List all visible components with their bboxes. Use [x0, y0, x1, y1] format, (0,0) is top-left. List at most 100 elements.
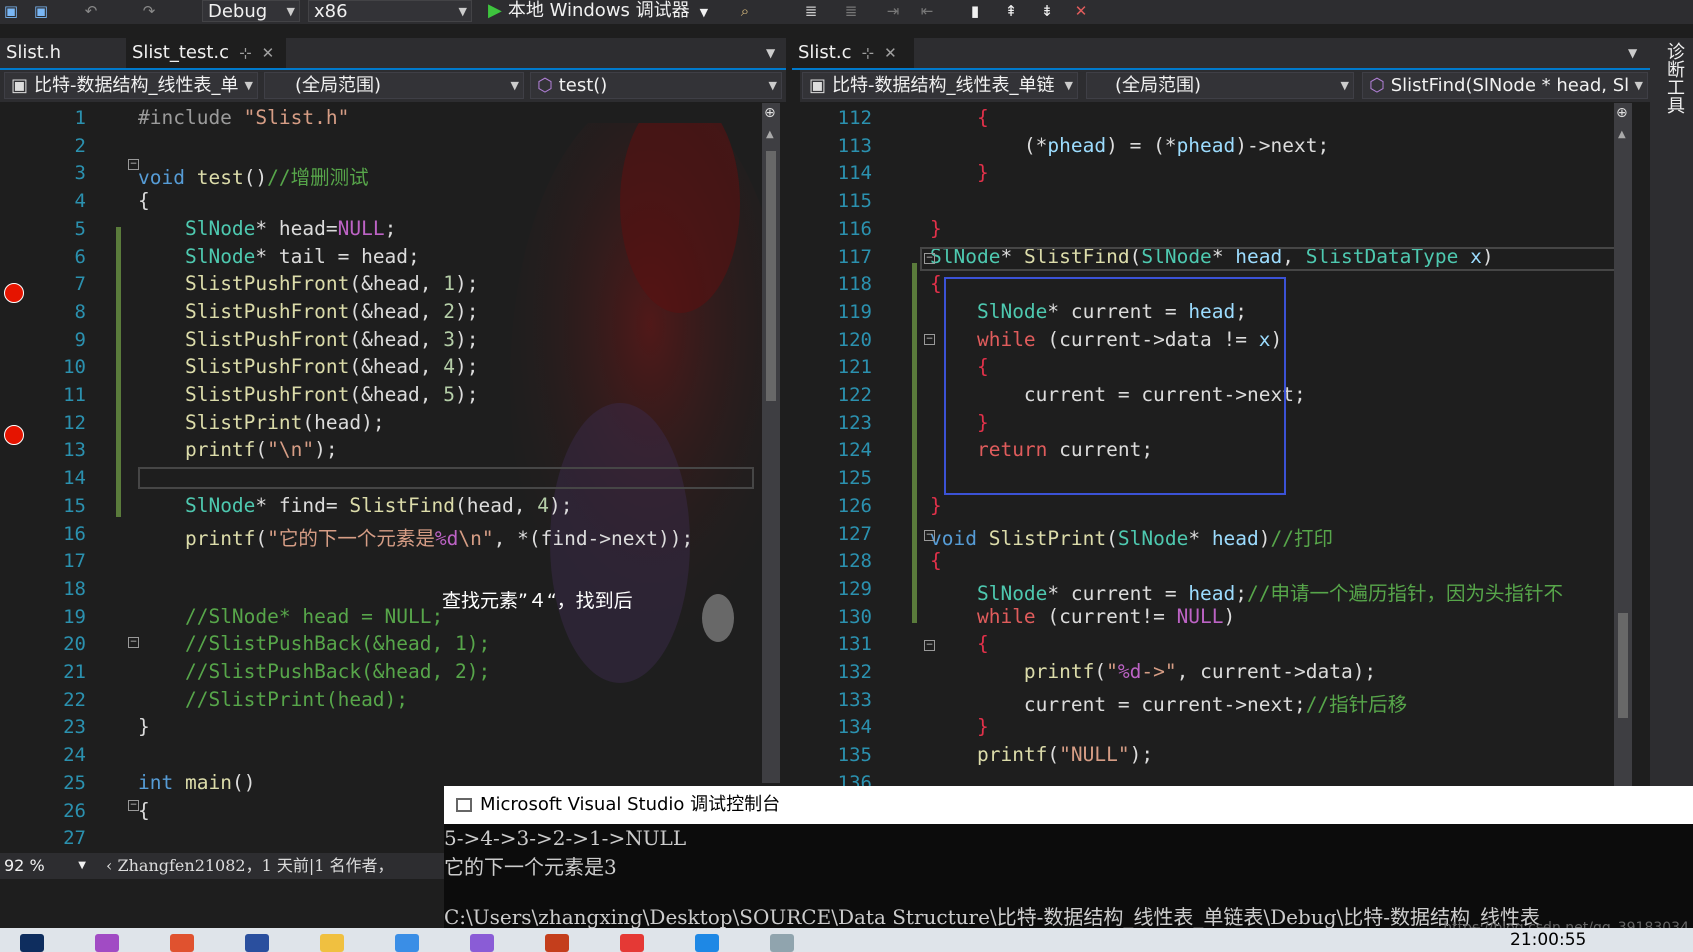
breakpoint-icon[interactable] — [4, 425, 24, 445]
xmind-icon[interactable] — [545, 934, 569, 952]
code-line[interactable]: //SlistPushBack(&head, 2); — [138, 660, 490, 683]
code-line[interactable]: { — [930, 549, 942, 572]
left-code-editor[interactable]: 1 #include "Slist.h" 2 3 void test()//增删测试 4{… — [0, 103, 786, 853]
outdent-icon[interactable]: ⇤ — [918, 2, 936, 20]
scrollbar-thumb[interactable] — [1618, 613, 1628, 718]
codelens-author[interactable]: ‹ Zhangfen21082，1 天前|1 名作者， — [106, 853, 394, 879]
fold-toggle[interactable]: − — [128, 800, 139, 811]
code-line[interactable]: } — [930, 494, 942, 517]
scrollbar-thumb[interactable] — [766, 151, 776, 401]
chrome-icon[interactable] — [620, 934, 644, 952]
code-line[interactable]: { — [930, 106, 989, 129]
zoom-select[interactable]: 92 % ▼ — [4, 853, 86, 879]
split-icon[interactable]: ⊕ — [764, 105, 776, 121]
scope-select[interactable]: (全局范围) ▼ — [1086, 72, 1354, 99]
code-line[interactable]: SlNode* head=NULL; — [138, 217, 396, 240]
breakpoint-icon[interactable] — [4, 283, 24, 303]
prev-bookmark-icon[interactable]: ⇞ — [1002, 2, 1020, 20]
fold-toggle[interactable]: − — [924, 640, 935, 651]
clear-bookmarks-icon[interactable]: ✕ — [1072, 2, 1090, 20]
code-line[interactable]: printf("%d->", current->data); — [930, 660, 1376, 683]
code-line[interactable]: SlistPrint(head); — [138, 411, 385, 434]
code-line[interactable]: //SlistPrint(head); — [138, 688, 408, 711]
code-line[interactable]: (*phead) = (*phead)->next; — [930, 134, 1329, 157]
close-icon[interactable]: ✕ — [884, 44, 897, 62]
redo-icon[interactable]: ↷ — [140, 2, 158, 20]
code-line[interactable]: } — [930, 715, 989, 738]
tab-slist-h[interactable]: Slist.h — [0, 38, 124, 68]
platform-select[interactable]: x86 ▼ — [308, 0, 472, 22]
app-icon[interactable] — [695, 934, 719, 952]
code-line[interactable]: { — [138, 799, 150, 822]
visual-studio-icon[interactable] — [470, 934, 494, 952]
start-debugging-button[interactable]: ▶ 本地 Windows 调试器 ▼ — [488, 0, 708, 22]
code-line[interactable]: //SlNode* head = NULL; — [138, 605, 443, 628]
code-line[interactable]: SlNode* current = head;//申请一个遍历指针，因为头指针不 — [930, 577, 1563, 606]
code-line[interactable]: printf("它的下一个元素是%d\n", *(find->next)); — [138, 522, 693, 551]
code-line[interactable]: void test()//增删测试 — [138, 161, 369, 190]
comment-icon[interactable]: ≣ — [802, 2, 820, 20]
code-line[interactable]: SlistPushFront(&head, 1); — [138, 272, 479, 295]
diagnostic-tools-tab[interactable]: 诊断工具 — [1658, 42, 1685, 114]
code-line[interactable]: } — [930, 217, 942, 240]
browser-icon[interactable] — [170, 934, 194, 952]
code-line[interactable]: while (current!= NULL) — [930, 605, 1235, 628]
vertical-scrollbar[interactable]: ⊕ ▲ — [1614, 103, 1632, 786]
scroll-up-icon[interactable]: ▲ — [766, 129, 774, 140]
vertical-scrollbar[interactable]: ⊕ ▲ — [762, 103, 780, 783]
save-all-icon[interactable]: ▣ — [32, 2, 50, 20]
code-line[interactable]: SlNode* find= SlistFind(head, 4); — [138, 494, 572, 517]
pin-icon[interactable]: ⊹ — [239, 44, 252, 62]
console-task-icon[interactable] — [770, 934, 794, 952]
code-line[interactable]: } — [138, 715, 150, 738]
save-icon[interactable]: ▣ — [2, 2, 20, 20]
project-select[interactable]: ▣ 比特-数据结构_线性表_单链 ▼ — [802, 72, 1078, 99]
code-line[interactable]: SlNode* tail = head; — [138, 245, 420, 268]
member-select[interactable]: ⬡ SlistFind(SlNode * head, Sl ▼ — [1362, 72, 1648, 99]
code-line[interactable]: //SlistPushBack(&head, 1); — [138, 632, 490, 655]
chevron-down-icon[interactable]: ▼ — [766, 46, 775, 60]
code-line[interactable]: void SlistPrint(SlNode* head)//打印 — [930, 522, 1333, 551]
next-bookmark-icon[interactable]: ⇟ — [1038, 2, 1056, 20]
scope-select[interactable]: (全局范围) ▼ — [264, 72, 524, 99]
project-select[interactable]: ▣ 比特-数据结构_线性表_单 ▼ — [4, 72, 258, 99]
bookmark-icon[interactable]: ▮ — [966, 2, 984, 20]
configuration-select[interactable]: Debug ▼ — [202, 0, 300, 22]
folder-icon[interactable] — [320, 934, 344, 952]
code-line[interactable]: { — [138, 189, 150, 212]
right-code-editor[interactable]: 112 {113 (*phead) = (*phead)->next; 114 }… — [800, 103, 1650, 786]
undo-icon[interactable]: ↶ — [82, 2, 100, 20]
chevron-down-icon[interactable]: ▼ — [1628, 46, 1637, 60]
clock[interactable]: 21:00:55 — [1510, 930, 1586, 950]
code-line[interactable]: current = current->next;//指针后移 — [930, 688, 1407, 717]
photoshop-icon[interactable] — [20, 934, 44, 952]
onenote-icon[interactable] — [95, 934, 119, 952]
code-line[interactable]: { — [930, 272, 942, 295]
uncomment-icon[interactable]: ≣ — [842, 2, 860, 20]
code-line[interactable]: SlistPushFront(&head, 4); — [138, 355, 479, 378]
code-line[interactable]: printf("\n"); — [138, 438, 338, 461]
tab-slist-test-c[interactable]: Slist_test.c ⊹ ✕ — [126, 38, 286, 68]
fold-toggle[interactable]: − — [128, 637, 139, 648]
close-icon[interactable]: ✕ — [262, 44, 275, 62]
pin-icon[interactable]: ⊹ — [861, 44, 874, 62]
code-line[interactable]: { — [930, 632, 989, 655]
code-line[interactable]: #include "Slist.h" — [138, 106, 349, 129]
word-icon[interactable] — [245, 934, 269, 952]
split-icon[interactable]: ⊕ — [1616, 105, 1628, 121]
code-line[interactable]: SlistPushFront(&head, 3); — [138, 328, 479, 351]
code-line[interactable]: SlistPushFront(&head, 5); — [138, 383, 479, 406]
fold-toggle[interactable]: − — [924, 334, 935, 345]
fold-toggle[interactable]: − — [924, 530, 935, 541]
app-icon[interactable] — [395, 934, 419, 952]
tab-slist-c[interactable]: Slist.c ⊹ ✕ — [792, 38, 914, 68]
member-select[interactable]: ⬡ test() ▼ — [530, 72, 782, 99]
code-line[interactable]: SlistPushFront(&head, 2); — [138, 300, 479, 323]
code-line[interactable]: } — [930, 161, 989, 184]
scroll-up-icon[interactable]: ▲ — [1618, 129, 1626, 140]
code-line[interactable]: int main() — [138, 771, 255, 794]
fold-toggle[interactable]: − — [128, 159, 139, 170]
find-icon[interactable]: ⌕ — [736, 2, 754, 20]
code-line[interactable]: printf("NULL"); — [930, 743, 1153, 766]
indent-icon[interactable]: ⇥ — [884, 2, 902, 20]
